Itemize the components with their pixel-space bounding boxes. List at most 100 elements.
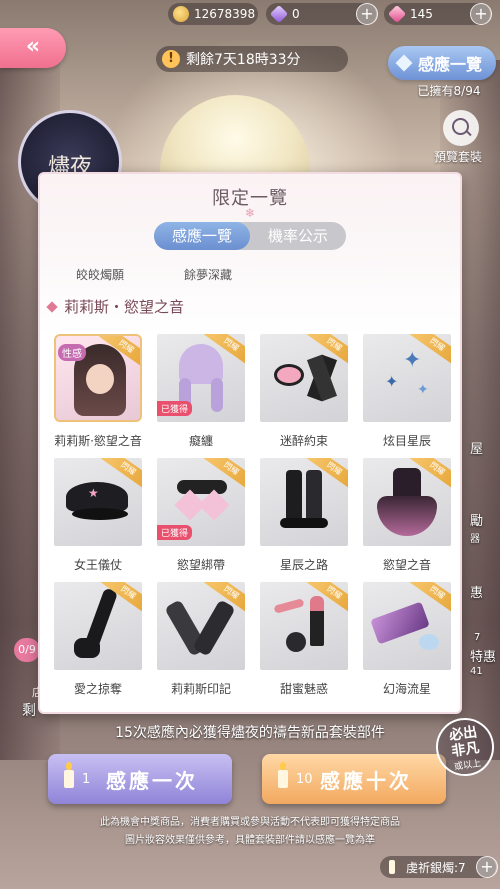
- grid-item[interactable]: 閃耀 星辰之路: [260, 458, 348, 582]
- item-name: 幻海流星: [382, 682, 431, 696]
- star-earrings-icon: ✦: [403, 348, 422, 373]
- owned-count: 已擁有8/94: [417, 84, 481, 98]
- tab-induce-list[interactable]: 感應一覽: [154, 222, 250, 250]
- item-name: 甜蜜魅惑: [279, 682, 328, 696]
- diamond-bullet-icon: [46, 300, 58, 313]
- item-card[interactable]: 閃耀: [157, 582, 245, 670]
- induce-list-button[interactable]: 感應一覽: [388, 46, 496, 80]
- item-card[interactable]: 閃耀: [363, 458, 451, 546]
- side-badge-1: 器: [470, 534, 480, 545]
- once-cost: 1: [82, 771, 91, 787]
- item-card[interactable]: 閃耀: [260, 458, 348, 546]
- section-header: 莉莉斯・慾望之音: [46, 296, 185, 317]
- grid-item[interactable]: ★ 閃耀 女王儀仗: [54, 458, 142, 582]
- grid-item[interactable]: 閃耀 已獲得 癡纏: [157, 334, 245, 458]
- pink-gem-value: 145: [410, 7, 433, 21]
- braid-right: [211, 378, 223, 412]
- back-button[interactable]: «: [0, 28, 66, 68]
- candle-icon: [278, 762, 288, 788]
- cap-brim: [72, 508, 128, 520]
- preview-outfit-button[interactable]: 預覽套裝: [434, 110, 486, 165]
- left-progress-badge[interactable]: 0/9: [14, 638, 40, 662]
- black-boots-icon: [286, 470, 302, 522]
- grid-item[interactable]: 閃耀 慾望之音: [363, 458, 451, 582]
- item-card[interactable]: 閃耀: [363, 582, 451, 670]
- bag-charm: [419, 634, 439, 650]
- stocking-right: [192, 599, 236, 657]
- compact: [286, 632, 306, 652]
- double-chevron-left-icon: «: [25, 34, 41, 59]
- item-name: 星辰之路: [279, 558, 328, 572]
- induce-list-label: 感應一覽: [418, 55, 483, 74]
- disclaimer-line-2: 圖片妝容效果僅供參考，具體套裝部件請以感應一覽為準: [125, 835, 375, 846]
- grid-item[interactable]: 性感 閃耀 莉莉斯·慾望之音: [54, 334, 142, 458]
- item-card[interactable]: ★ 閃耀: [54, 458, 142, 546]
- guarantee-text: 15次感應內必獲得燼夜的禱告新品套裝部件: [115, 725, 385, 741]
- grid-item[interactable]: ✦ ✦ ✦ 閃耀 炫目星辰: [363, 334, 451, 458]
- bow-collar-icon: [177, 480, 227, 494]
- obtained-badge: 已獲得: [157, 525, 193, 540]
- limited-list-modal: 限定一覽 ❄ 感應一覽 機率公示 皎皎燭願 餘夢深藏 莉莉斯・慾望之音 性感 閃…: [38, 172, 462, 714]
- item-card[interactable]: 閃耀: [54, 582, 142, 670]
- grid-item[interactable]: 閃耀 迷醉約束: [260, 334, 348, 458]
- boot-right: [306, 470, 322, 522]
- subtabs: 皎皎燭願 餘夢深藏: [76, 266, 232, 283]
- cuffs-accessory-icon: [274, 364, 304, 386]
- grid-item[interactable]: 閃耀 甜蜜魅惑: [260, 582, 348, 706]
- add-purple-gem-button[interactable]: +: [356, 3, 378, 25]
- item-card[interactable]: 閃耀: [260, 582, 348, 670]
- once-label: 感應一次: [106, 768, 198, 793]
- grid-item[interactable]: 閃耀 莉莉斯印記: [157, 582, 245, 706]
- pink-gem-counter: 145 +: [384, 3, 492, 25]
- add-pink-gem-button[interactable]: +: [470, 3, 492, 25]
- item-card[interactable]: 性感 閃耀: [54, 334, 142, 422]
- boot-soles: [280, 518, 328, 528]
- magnifier-icon: [443, 110, 479, 146]
- grid-item[interactable]: 閃耀 幻海流星: [363, 582, 451, 706]
- ten-label: 感應十次: [320, 768, 412, 793]
- diamond-icon: [395, 54, 413, 72]
- item-name: 慾望之音: [382, 558, 431, 572]
- induce-once-button[interactable]: 1 感應一次: [48, 754, 232, 804]
- item-name: 慾望綁帶: [176, 558, 225, 572]
- obtained-badge: 已獲得: [157, 401, 193, 416]
- disclaimer: 此為機會中獎商品，消費者購買或參與活動不代表即可獲得特定商品 圖片妝容效果僅供參…: [0, 814, 500, 850]
- purple-gem-icon: [269, 4, 289, 24]
- star-small-2: ✦: [417, 382, 429, 398]
- sexy-tag: 性感: [58, 344, 86, 361]
- item-card[interactable]: ✦ ✦ ✦ 閃耀: [363, 334, 451, 422]
- subtab-1[interactable]: 皎皎燭願: [76, 266, 124, 283]
- lipstick-makeup-icon: [310, 596, 324, 646]
- grid-item[interactable]: 閃耀 愛之掠奪: [54, 582, 142, 706]
- side-tab-4[interactable]: 特惠: [470, 646, 500, 665]
- add-candle-button[interactable]: +: [476, 856, 498, 878]
- gold-counter: 12678398: [168, 3, 258, 25]
- tab-probability[interactable]: 機率公示: [250, 222, 346, 250]
- side-tab-1[interactable]: 屋: [470, 438, 500, 457]
- dress-skirt: [377, 496, 437, 536]
- item-name: 莉莉斯印記: [170, 682, 231, 696]
- side-tab-2[interactable]: 勵: [470, 510, 500, 529]
- snowflake-ornament-icon: ❄: [245, 206, 256, 220]
- event-timer: ! 剩餘7天18時33分: [156, 46, 348, 72]
- preview-label: 預覽套裝: [433, 150, 482, 164]
- pink-gem-icon: [387, 4, 407, 24]
- item-card[interactable]: 閃耀 已獲得: [157, 458, 245, 546]
- purple-gem-counter: 0 +: [266, 3, 378, 25]
- grid-item[interactable]: 閃耀 已獲得 慾望綁帶: [157, 458, 245, 582]
- timer-text: 剩餘7天18時33分: [186, 52, 301, 68]
- section-title: 莉莉斯・慾望之音: [64, 298, 185, 316]
- subtab-2[interactable]: 餘夢深藏: [184, 266, 232, 283]
- silver-candle-icon: [389, 860, 395, 874]
- purple-gem-value: 0: [292, 7, 300, 21]
- item-card[interactable]: 閃耀 已獲得: [157, 334, 245, 422]
- modal-tabs: 感應一覽 機率公示: [154, 222, 346, 250]
- side-tab-3[interactable]: 惠: [470, 582, 500, 601]
- induce-ten-button[interactable]: 10 感應十次: [262, 754, 446, 804]
- star-small-1: ✦: [385, 372, 399, 391]
- ten-cost: 10: [296, 771, 313, 787]
- stamp-line-3: 或以上: [453, 758, 482, 773]
- gold-value: 12678398: [194, 7, 256, 21]
- item-card[interactable]: 閃耀: [260, 334, 348, 422]
- exclamation-icon: !: [162, 50, 180, 68]
